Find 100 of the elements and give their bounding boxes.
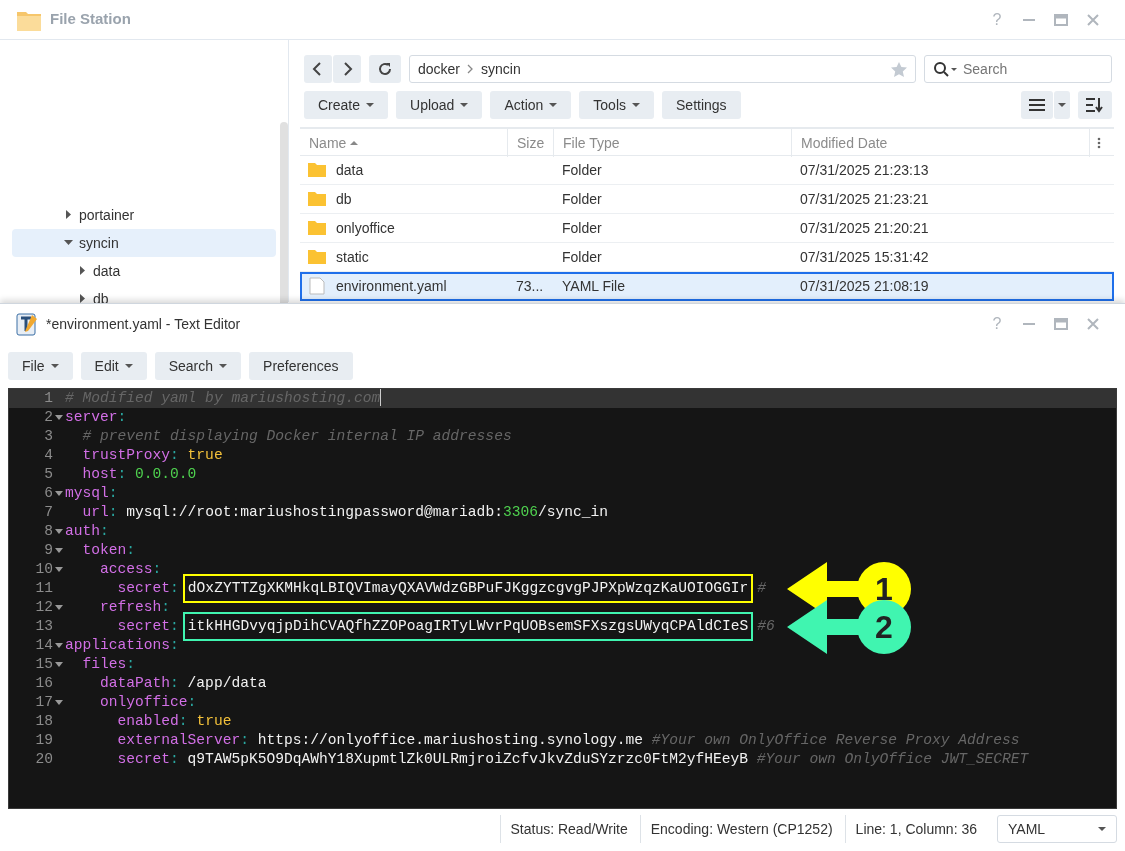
fold-icon[interactable]: [55, 661, 63, 668]
code-text: externalServer: https://onlyoffice.mariushosting.synology.me #Your own OnlyOffice Reverse Proxy Address: [116, 731, 1020, 750]
back-button[interactable]: [304, 55, 332, 83]
code-text: trustProxy: true: [81, 446, 223, 465]
more-icon[interactable]: [1097, 137, 1101, 149]
refresh-button[interactable]: [369, 55, 401, 83]
file-row[interactable]: onlyoffice Folder 07/31/2025 21:20:21: [300, 214, 1114, 243]
fold-icon[interactable]: [55, 604, 63, 611]
line-number: 17: [34, 693, 53, 712]
code-text: host: 0.0.0.0: [81, 465, 197, 484]
fold-icon[interactable]: [55, 642, 63, 649]
file-icon: [308, 277, 326, 295]
line-number: 15: [34, 655, 53, 674]
code-text: secret:: [116, 617, 179, 636]
tree-label: syncin: [79, 234, 119, 253]
code-text: auth:: [65, 522, 109, 541]
syntax-select[interactable]: YAML: [997, 815, 1117, 843]
file-name: data: [336, 161, 364, 180]
file-type: Folder: [562, 220, 602, 236]
menu-button[interactable]: File: [8, 352, 73, 380]
caret-icon[interactable]: [78, 266, 88, 276]
fold-icon[interactable]: [55, 490, 63, 497]
folder-icon: [308, 190, 326, 208]
file-name: onlyoffice: [336, 219, 395, 238]
refresh-icon: [377, 61, 393, 77]
code-text: onlyoffice:: [99, 693, 197, 712]
code-text: server:: [65, 408, 127, 427]
folder-icon: [308, 219, 326, 237]
code-text: dataPath: /app/data: [99, 674, 267, 693]
forward-button[interactable]: [333, 55, 361, 83]
code-text: # prevent displaying Docker internal IP addresses: [81, 427, 512, 446]
toolbar-button[interactable]: Tools: [579, 91, 654, 119]
file-row[interactable]: db Folder 07/31/2025 21:23:21: [300, 185, 1114, 214]
status-text: Status: Read/Write: [499, 815, 640, 843]
code-editor[interactable]: [8, 388, 1117, 809]
line-number: 9: [43, 541, 53, 560]
column-header[interactable]: Modified Date: [792, 129, 1090, 157]
fold-icon[interactable]: [55, 414, 63, 421]
file-row[interactable]: data Folder 07/31/2025 21:23:13: [300, 156, 1114, 185]
code-text: url: mysql://root:mariushostingpassword@mariadb:3306/sync_in: [81, 503, 608, 522]
tree-label: data: [93, 262, 121, 281]
toolbar-button[interactable]: Create: [304, 91, 389, 119]
file-type: YAML File: [562, 278, 625, 294]
sort-icon: [1086, 97, 1104, 113]
file-name: static: [336, 248, 369, 267]
line-number: 10: [34, 560, 53, 579]
fold-icon[interactable]: [55, 528, 63, 535]
modified-date: 07/31/2025 21:23:21: [800, 191, 929, 207]
line-number: 14: [34, 636, 53, 655]
star-icon[interactable]: [891, 61, 907, 77]
fold-icon[interactable]: [55, 566, 63, 573]
code-text: applications:: [65, 636, 179, 655]
list-view-button[interactable]: [1021, 91, 1053, 119]
code-text: secret: q9TAW5pK5O9DqAWhY18XupmtlZk0ULRmjroiZcfvJkvZduSYzrzc0FtM2yfHEeyB #Your own OnlyOffice JWT_SECRET: [116, 750, 1029, 769]
path-field[interactable]: docker syncin: [409, 55, 916, 83]
search-icon[interactable]: [933, 61, 959, 77]
window-title: *environment.yaml - Text Editor: [46, 314, 242, 334]
tree-item[interactable]: syncin: [12, 229, 276, 257]
callout-number: 2: [857, 600, 911, 654]
line-number: 18: [34, 712, 53, 731]
file-type: Folder: [562, 191, 602, 207]
status-text: Line: 1, Column: 36: [844, 815, 989, 843]
view-dropdown-button[interactable]: [1054, 91, 1070, 119]
caret-icon[interactable]: [64, 238, 74, 248]
tree-item[interactable]: portainer: [12, 201, 276, 229]
toolbar-button[interactable]: Settings: [662, 91, 741, 119]
back-icon: [312, 62, 324, 76]
code-text: token:: [81, 541, 136, 560]
code-text: secret:: [116, 579, 179, 598]
search-box[interactable]: Search: [924, 55, 1112, 83]
folder-icon: [308, 248, 326, 266]
modified-date: 07/31/2025 21:23:13: [800, 162, 929, 178]
tree-item[interactable]: data: [12, 257, 276, 285]
code-text: mysql:: [65, 484, 118, 503]
toolbar-button[interactable]: Action: [490, 91, 572, 119]
file-row[interactable]: environment.yaml 73... YAML File 07/31/2025 21:08:19: [300, 272, 1114, 301]
highlighted-secret: itkHHGDvyqjpDihCVAQfhZZOPoagIRTyLWvrPqUOBsemSFXszgsUWyqCPAldCIeS: [182, 612, 754, 641]
menu-button[interactable]: Preferences: [249, 352, 353, 380]
caret-icon[interactable]: [64, 210, 74, 220]
sort-button[interactable]: [1078, 91, 1112, 119]
scrollbar[interactable]: [280, 122, 288, 303]
modified-date: 07/31/2025 15:31:42: [800, 249, 929, 265]
line-number: 5: [43, 465, 53, 484]
fold-icon[interactable]: [55, 547, 63, 554]
toolbar-button[interactable]: Upload: [396, 91, 483, 119]
line-number: 13: [34, 617, 53, 636]
window-title: File Station: [50, 9, 132, 30]
line-number: 2: [43, 408, 53, 427]
file-type: Folder: [562, 249, 602, 265]
fold-icon[interactable]: [55, 699, 63, 706]
line-number: 20: [34, 750, 53, 769]
highlighted-secret: dOxZYTTZgXKMHkqLBIQVImayQXAVWdzGBPuFJKggzcgvgPJPXpWzqzKaUOIOGGIr: [182, 574, 754, 603]
line-number: 1: [43, 389, 53, 408]
column-header[interactable]: File Type: [554, 129, 792, 157]
column-header[interactable]: Size: [508, 129, 554, 157]
menu-button[interactable]: Search: [154, 352, 242, 380]
file-name: db: [336, 190, 352, 209]
column-header[interactable]: Name: [300, 129, 508, 157]
line-number: 3: [43, 427, 53, 446]
menu-button[interactable]: Edit: [80, 352, 147, 380]
